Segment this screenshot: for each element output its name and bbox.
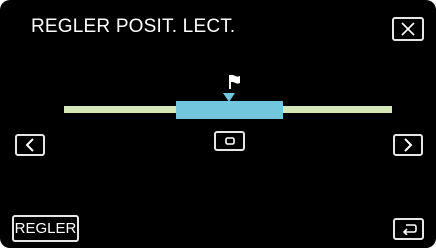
set-button[interactable]: REGLER — [12, 215, 79, 242]
camera-screen: REGLER POSIT. LECT. REGLER — [0, 0, 436, 248]
chevron-right-icon — [404, 138, 413, 152]
return-arrow-icon — [402, 224, 417, 235]
position-marker-icon — [223, 93, 235, 102]
page-title: REGLER POSIT. LECT. — [31, 16, 236, 37]
return-button[interactable] — [393, 218, 424, 240]
next-button[interactable] — [393, 134, 423, 156]
flag-icon — [229, 74, 240, 89]
previous-button[interactable] — [15, 134, 45, 156]
close-icon — [401, 22, 415, 36]
chevron-left-icon — [25, 138, 34, 152]
square-dot-icon — [224, 137, 235, 145]
center-position-button[interactable] — [214, 131, 245, 151]
playback-position-range[interactable] — [176, 101, 283, 119]
close-button[interactable] — [392, 17, 424, 41]
